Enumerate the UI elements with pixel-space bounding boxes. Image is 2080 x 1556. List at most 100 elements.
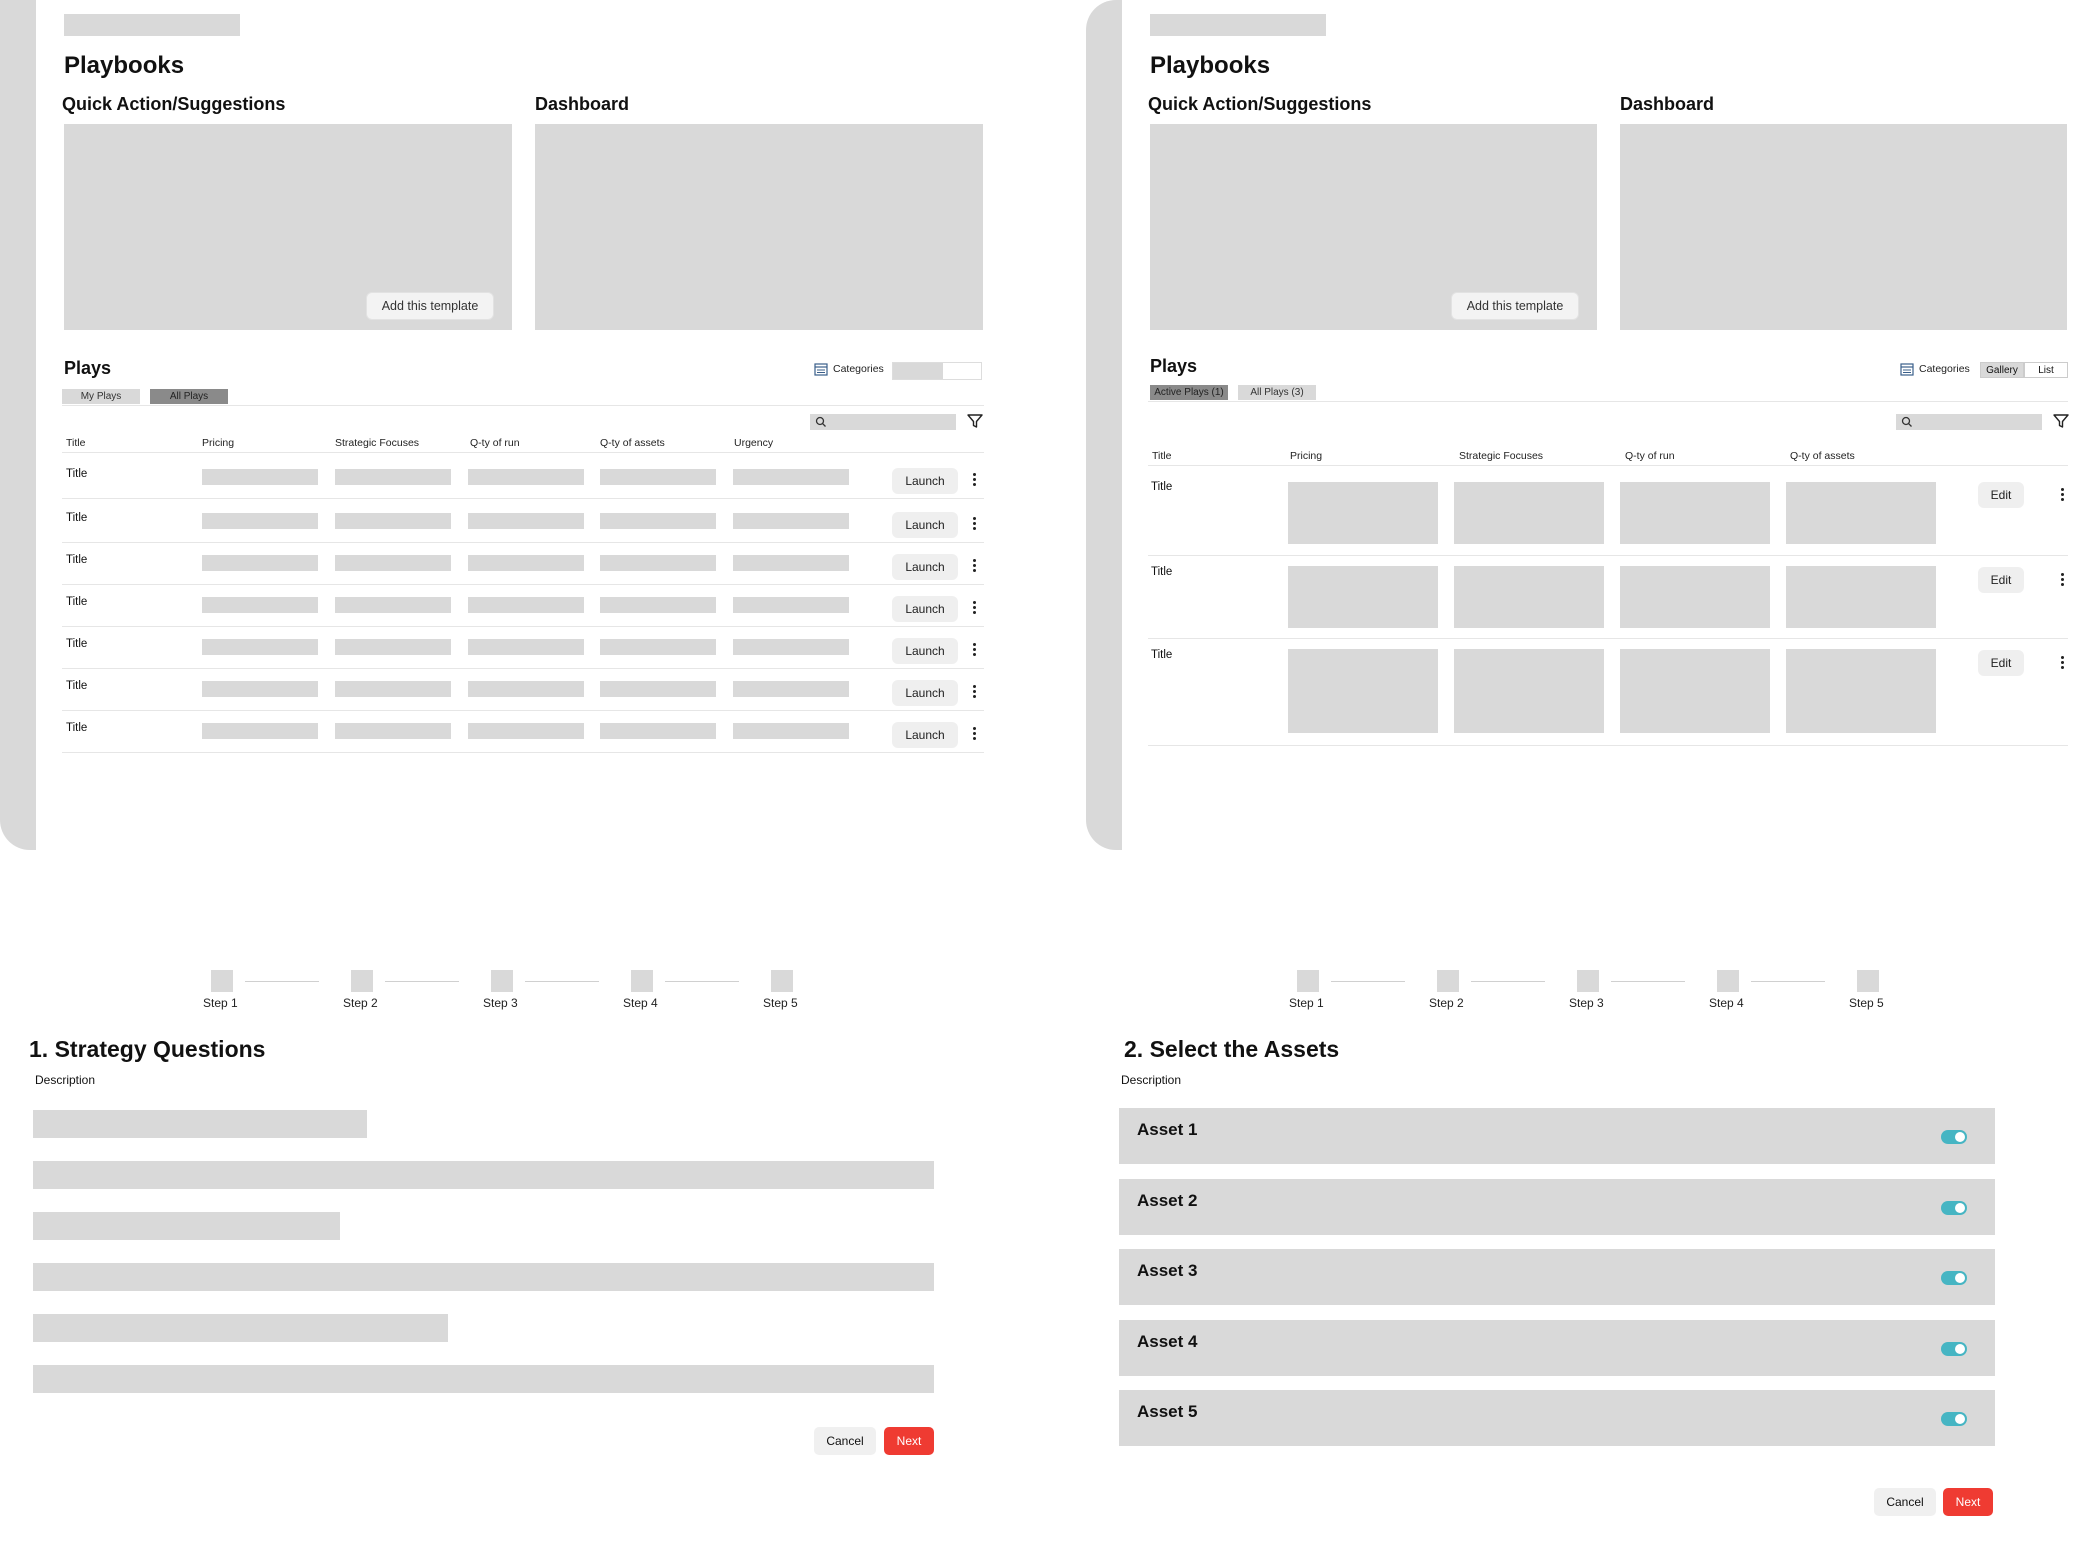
step-indicator[interactable] (1857, 970, 1879, 992)
cell-placeholder (733, 597, 849, 613)
row-title: Title (66, 554, 88, 566)
question-placeholder-long (33, 1365, 934, 1393)
step-indicator[interactable] (1717, 970, 1739, 992)
step-indicator[interactable] (771, 970, 793, 992)
step-label: Step 5 (1849, 996, 1884, 1010)
row-divider (62, 498, 984, 499)
step-indicator[interactable] (351, 970, 373, 992)
step-label: Step 3 (483, 996, 518, 1010)
column-header: Q-ty of assets (600, 437, 665, 449)
next-button[interactable]: Next (1943, 1488, 1993, 1516)
tabs-divider (1148, 401, 2068, 402)
launch-button[interactable]: Launch (892, 596, 958, 622)
asset-toggle[interactable] (1941, 1200, 1967, 1215)
cancel-button[interactable]: Cancel (1874, 1488, 1936, 1516)
search-input[interactable] (810, 414, 956, 430)
more-options-icon[interactable] (973, 559, 977, 574)
categories-control[interactable]: Categories (1900, 362, 1970, 376)
right-frame-rail (1086, 0, 1122, 850)
tab-all-plays[interactable]: All Plays (3) (1238, 385, 1316, 400)
row-divider (62, 584, 984, 585)
filter-icon[interactable] (966, 412, 984, 430)
quick-actions-title: Quick Action/Suggestions (62, 94, 286, 114)
more-options-icon[interactable] (973, 727, 977, 742)
edit-button[interactable]: Edit (1978, 567, 2024, 593)
search-icon (1901, 416, 1912, 427)
tab-active-plays[interactable]: Active Plays (1) (1150, 385, 1228, 400)
step-indicator[interactable] (491, 970, 513, 992)
view-toggle[interactable] (892, 362, 982, 380)
view-gallery[interactable]: Gallery (1980, 362, 2024, 378)
asset-row[interactable]: Asset 1 (1119, 1108, 1995, 1164)
cell-placeholder (202, 597, 318, 613)
asset-row[interactable]: Asset 4 (1119, 1319, 1995, 1376)
add-template-button[interactable]: Add this template (1451, 292, 1579, 320)
step-label: Step 4 (623, 996, 658, 1010)
more-options-icon[interactable] (973, 643, 977, 658)
step-indicator[interactable] (1297, 970, 1319, 992)
asset-toggle[interactable] (1941, 1271, 1967, 1285)
step-connector (1611, 981, 1685, 982)
more-options-icon[interactable] (973, 517, 977, 532)
tab-my-plays[interactable]: My Plays (62, 389, 140, 404)
next-button[interactable]: Next (884, 1427, 934, 1455)
step-connector (525, 981, 599, 982)
asset-row[interactable]: Asset 2 (1119, 1178, 1995, 1235)
plays-title: Plays (1150, 356, 1198, 376)
more-options-icon[interactable] (2061, 573, 2065, 588)
asset-row[interactable]: Asset 3 (1119, 1249, 1995, 1305)
page-title: Playbooks (64, 52, 185, 79)
row-title: Title (66, 596, 88, 608)
categories-control[interactable]: Categories (814, 362, 884, 376)
cell-placeholder (202, 555, 318, 571)
column-header: Pricing (202, 437, 235, 449)
asset-toggle[interactable] (1941, 1412, 1967, 1426)
step-label: Step 4 (1709, 996, 1744, 1010)
launch-button[interactable]: Launch (892, 468, 958, 494)
quick-actions-title: Quick Action/Suggestions (1148, 94, 1372, 114)
tab-all-plays[interactable]: All Plays (150, 389, 228, 404)
asset-name: Asset 2 (1137, 1190, 1198, 1210)
step-label: Step 3 (1569, 996, 1604, 1010)
header-divider (62, 452, 984, 453)
row-title: Title (1151, 649, 1173, 661)
more-options-icon[interactable] (2061, 488, 2065, 503)
step-indicator[interactable] (211, 970, 233, 992)
asset-toggle[interactable] (1941, 1130, 1967, 1144)
step-label: Step 5 (763, 996, 798, 1010)
launch-button[interactable]: Launch (892, 638, 958, 664)
step-label: Step 1 (203, 996, 238, 1010)
view-toggle-active (893, 363, 943, 379)
cell-placeholder (600, 597, 716, 613)
column-header: Strategic Focuses (1459, 450, 1544, 462)
launch-button[interactable]: Launch (892, 722, 958, 748)
column-header: Title (66, 437, 86, 449)
launch-button[interactable]: Launch (892, 554, 958, 580)
cell-placeholder (733, 513, 849, 529)
launch-button[interactable]: Launch (892, 512, 958, 538)
step-indicator[interactable] (1437, 970, 1459, 992)
edit-button[interactable]: Edit (1978, 650, 2024, 676)
cell-placeholder (468, 639, 584, 655)
more-options-icon[interactable] (973, 601, 977, 616)
filter-icon[interactable] (2052, 412, 2070, 430)
calendar-icon (814, 363, 828, 376)
asset-toggle[interactable] (1941, 1341, 1967, 1356)
cancel-button[interactable]: Cancel (814, 1427, 876, 1455)
search-input[interactable] (1896, 414, 2042, 430)
launch-button[interactable]: Launch (892, 680, 958, 706)
asset-row[interactable]: Asset 5 (1119, 1390, 1995, 1446)
more-options-icon[interactable] (973, 685, 977, 700)
cell-placeholder (733, 555, 849, 571)
row-divider (62, 752, 984, 753)
step-indicator[interactable] (631, 970, 653, 992)
more-options-icon[interactable] (2061, 656, 2065, 671)
step-indicator[interactable] (1577, 970, 1599, 992)
step-connector (385, 981, 459, 982)
add-template-button[interactable]: Add this template (366, 292, 494, 320)
view-list[interactable]: List (2024, 362, 2068, 378)
step-label: Step 2 (343, 996, 378, 1010)
edit-button[interactable]: Edit (1978, 482, 2024, 508)
question-placeholder-long (33, 1263, 934, 1291)
more-options-icon[interactable] (973, 473, 977, 488)
